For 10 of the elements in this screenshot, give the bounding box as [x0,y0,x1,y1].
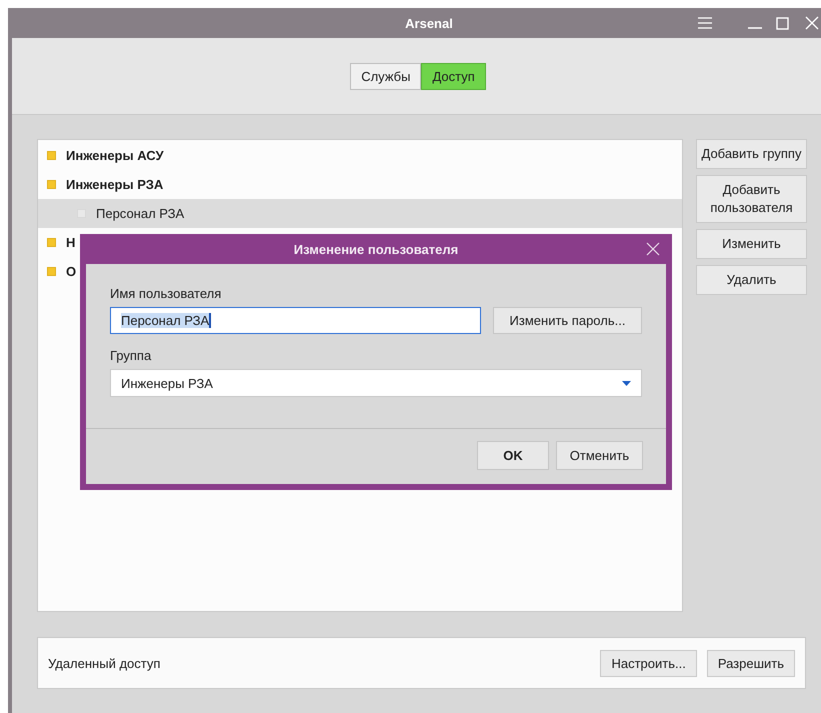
tree-item-label: Инженеры РЗА [66,177,164,192]
field-label: Группа [110,348,152,363]
window-title: Arsenal [405,16,453,30]
tree-item-label: Н [66,235,76,250]
dialog-title: Изменение пользователя [294,242,458,256]
tree-item-label: Персонал РЗА [96,206,184,221]
remote-access-label: Удаленный доступ [48,656,162,670]
field-label: Имя пользователя [110,286,222,301]
tree-item-label: О [66,264,76,279]
tree-item-label: Инженеры АСУ [66,148,164,163]
